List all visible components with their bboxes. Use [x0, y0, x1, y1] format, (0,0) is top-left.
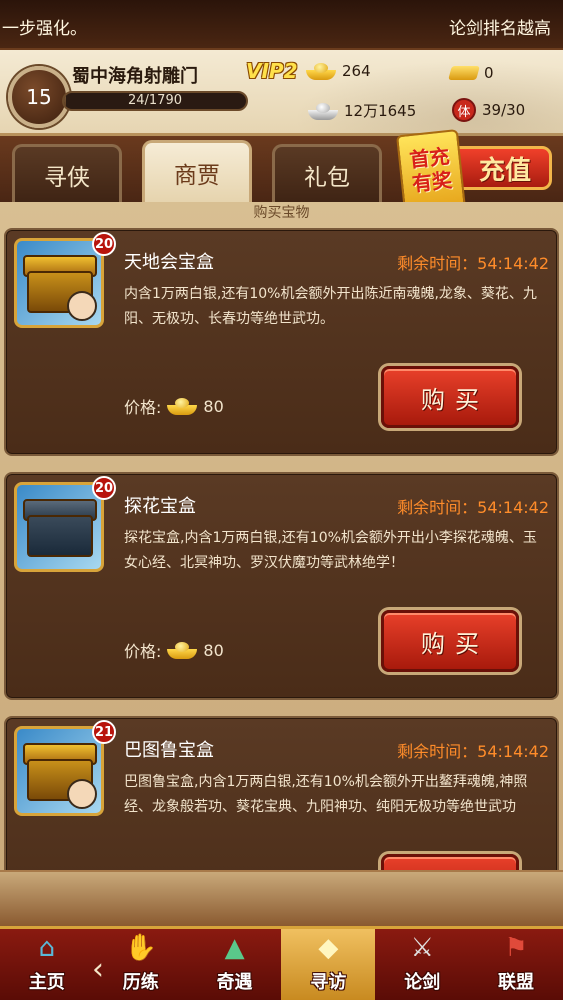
- pagoda-icon: ⌂: [38, 932, 56, 963]
- exp-text: 24/1790: [127, 93, 182, 108]
- price-label: 价格:: [124, 398, 162, 417]
- box-body-icon: [27, 515, 93, 557]
- nav-label: 历练: [122, 972, 159, 993]
- treasure-icon: ◆: [318, 932, 339, 963]
- chevron-left-icon[interactable]: ‹: [92, 952, 104, 987]
- banner-icon: ⚑: [504, 932, 528, 963]
- gold-bar-resource: 0: [448, 64, 494, 82]
- mountain-icon: ▲: [224, 932, 245, 963]
- silver-resource: 12万1645: [308, 100, 416, 121]
- item-name: 巴图鲁宝盒: [124, 740, 214, 761]
- item-price: 价格: 80: [124, 394, 224, 418]
- hero-face-icon: [67, 779, 97, 809]
- shop-item-card: 20 探花宝盒 剩余时间：54:14:42 探花宝盒,内含1万两白银,还有10%…: [4, 472, 559, 700]
- stamina-icon: 体: [452, 98, 476, 122]
- nav-label: 主页: [28, 972, 65, 993]
- item-timer: 剩余时间：54:14:42: [397, 494, 549, 518]
- treasure-box-thumbnail[interactable]: [14, 238, 104, 328]
- buy-button[interactable]: 购买: [381, 610, 519, 672]
- timer-label: 剩余时间：: [397, 254, 478, 273]
- item-description: 巴图鲁宝盒,内含1万两白银,还有10%机会额外开出鳌拜魂魄,神照经、龙象般若功、…: [124, 774, 528, 815]
- tab-gift-pack[interactable]: 礼包: [272, 144, 382, 202]
- section-title: 购买宝物: [253, 205, 310, 221]
- item-name: 探花宝盒: [124, 496, 196, 517]
- tab-merchant[interactable]: 商贾: [142, 140, 252, 202]
- item-count-badge: 21: [92, 720, 116, 744]
- bottom-decoration: [0, 870, 563, 926]
- player-name: 蜀中海角射雕门: [72, 66, 198, 87]
- price-value: 80: [203, 640, 224, 660]
- treasure-box-thumbnail[interactable]: [14, 726, 104, 816]
- item-price: 价格: 80: [124, 638, 224, 662]
- item-timer: 剩余时间：54:14:42: [397, 738, 549, 762]
- gold-ingot-resource: 264: [306, 62, 371, 80]
- item-description: 探花宝盒,内含1万两白银,还有10%机会额外开出小李探花魂魄、玉女心经、北冥神功…: [124, 530, 537, 571]
- hero-face-icon: [67, 291, 97, 321]
- marquee-text-right: 论剑排名越高: [449, 19, 551, 39]
- item-description: 内含1万两白银,还有10%机会额外开出陈近南魂魄,龙象、葵花、九阳、无极功、长春…: [124, 286, 537, 327]
- nav-training[interactable]: ✋ 历练: [94, 929, 188, 1000]
- item-count-badge: 20: [92, 476, 116, 500]
- gold-ingot-icon: [167, 641, 198, 659]
- nav-duel[interactable]: ⚔ 论剑: [375, 929, 469, 1000]
- buy-button[interactable]: 购买: [381, 366, 519, 428]
- stamina-resource: 体 39/30: [452, 98, 525, 122]
- gold-bar-icon: [448, 66, 480, 80]
- shop-item-card: 20 天地会宝盒 剩余时间：54:14:42 内含1万两白银,还有10%机会额外…: [4, 228, 559, 456]
- gold-ingot-icon: [167, 397, 198, 415]
- scroll-icon: ✋: [124, 932, 157, 963]
- gold-bar-value: 0: [484, 64, 494, 82]
- timer-value: 54:14:42: [477, 498, 549, 517]
- shop-item-card: 21 巴图鲁宝盒 剩余时间：54:14:42 巴图鲁宝盒,内含1万两白银,还有1…: [4, 716, 559, 870]
- nav-adventure[interactable]: ▲ 奇遇: [188, 929, 282, 1000]
- timer-value: 54:14:42: [477, 742, 549, 761]
- price-value: 80: [203, 396, 224, 416]
- item-name: 天地会宝盒: [124, 252, 214, 273]
- announcement-marquee: 一步强化。 论剑排名越高: [0, 0, 563, 50]
- nav-label: 寻访: [310, 972, 347, 993]
- timer-value: 54:14:42: [477, 254, 549, 273]
- level-badge[interactable]: 15: [8, 66, 70, 128]
- marquee-text-left: 一步强化。: [2, 19, 87, 39]
- item-count-badge: 20: [92, 232, 116, 256]
- shop-content: 购买宝物 20 天地会宝盒 剩余时间：54:14:42 内含1万两白银,还有10…: [0, 202, 563, 870]
- timer-label: 剩余时间：: [397, 498, 478, 517]
- treasure-box-thumbnail[interactable]: [14, 482, 104, 572]
- timer-label: 剩余时间：: [397, 742, 478, 761]
- buy-button[interactable]: 购买: [381, 854, 519, 870]
- silver-ingot-icon: [308, 102, 338, 120]
- crossed-swords-icon: ⚔: [410, 932, 434, 963]
- gold-ingot-value: 264: [342, 62, 371, 80]
- player-header: 15 蜀中海角射雕门 VIP2 24/1790 264 0 12万1645 体 …: [0, 50, 563, 136]
- exp-bar: 24/1790: [62, 91, 248, 111]
- nav-home[interactable]: ⌂ 主页: [0, 929, 94, 1000]
- nav-alliance[interactable]: ⚑ 联盟: [469, 929, 563, 1000]
- vip-badge[interactable]: VIP2: [246, 59, 298, 83]
- gold-ingot-icon: [306, 62, 336, 80]
- tab-recruit[interactable]: 寻侠: [12, 144, 122, 202]
- item-timer: 剩余时间：54:14:42: [397, 250, 549, 274]
- price-label: 价格:: [124, 642, 162, 661]
- bottom-nav: ⌂ 主页 ✋ 历练 ▲ 奇遇 ◆ 寻访 ⚔ 论剑 ⚑ 联盟: [0, 926, 563, 1000]
- nav-label: 奇遇: [216, 972, 253, 993]
- silver-value: 12万1645: [344, 102, 417, 120]
- nav-label: 论剑: [404, 972, 441, 993]
- stamina-value: 39/30: [482, 101, 526, 119]
- nav-label: 联盟: [498, 972, 535, 993]
- nav-visit[interactable]: ◆ 寻访: [281, 929, 376, 1000]
